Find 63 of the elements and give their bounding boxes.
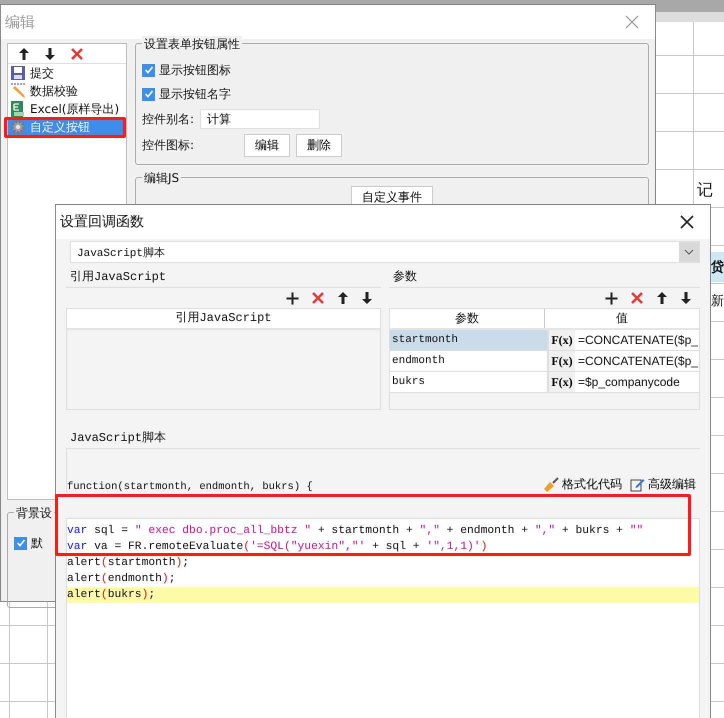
list-item[interactable]: Excel(原样导出) (8, 100, 126, 118)
section-title: JavaScript脚本 (66, 427, 700, 449)
group-title: 背景设 (14, 505, 54, 522)
code-line: var sql = " exec dbo.proc_all_bbtz " + startmonth + "," + endmonth + "," + bukrs + "" (67, 524, 644, 539)
delete-icon[interactable] (70, 46, 84, 60)
cell-text: 贷 (711, 252, 724, 282)
broom-icon (543, 476, 559, 492)
down-arrow-icon[interactable] (680, 291, 692, 305)
column-header: 值 (544, 309, 699, 328)
down-arrow-icon[interactable] (361, 291, 373, 305)
chevron-down-icon (684, 249, 694, 255)
edit-icon (630, 477, 645, 492)
icon-action-button[interactable]: 删除 (296, 134, 342, 156)
section-title: 引用JavaScript (66, 266, 381, 288)
checkbox-label: 默 (31, 534, 43, 552)
pencil-icon (10, 83, 26, 99)
delete-icon[interactable] (630, 291, 644, 305)
close-icon[interactable] (680, 215, 694, 229)
window-title: 编辑 (5, 12, 35, 32)
toolbar-strip (655, 12, 724, 22)
column-header: 参数 (454, 310, 480, 327)
function-signature: function(startmonth, endmonth, bukrs) { (67, 481, 313, 493)
checkbox-label: 显示按钮图标 (159, 62, 231, 78)
formula-button[interactable]: F(x) (549, 351, 575, 371)
dialog-title: 设置回调函数 (60, 213, 144, 231)
delete-icon[interactable] (311, 291, 325, 305)
parameter-value[interactable]: =CONCATENATE($p_ (575, 330, 699, 350)
code-line: alert(endmonth); (67, 572, 176, 587)
list-item[interactable]: 数据校验 (8, 82, 126, 100)
cell-text: 记 (697, 180, 713, 201)
formula-button[interactable]: F(x) (549, 330, 575, 350)
cell-text: 新 (711, 293, 724, 310)
add-icon[interactable] (286, 292, 299, 304)
icon-action-button[interactable]: 编辑 (244, 134, 290, 156)
formula-button[interactable]: F(x) (549, 372, 575, 392)
group-title: 设置表单按钮属性 (142, 36, 242, 53)
code-line: var va = FR.remoteEvaluate('=SQL("yuexin","' + sql + '",1,1)') (67, 540, 488, 555)
add-icon[interactable] (605, 292, 618, 304)
checkbox[interactable] (14, 536, 27, 550)
checkbox-label: 显示按钮名字 (159, 86, 231, 102)
spreadsheet-icon (10, 101, 26, 117)
advanced-edit-button[interactable]: 高级编辑 (630, 476, 696, 493)
checkbox[interactable] (142, 64, 155, 76)
code-line: alert(startmonth); (67, 556, 190, 571)
parameter-value[interactable]: =$p_companycode (575, 372, 699, 392)
up-arrow-icon[interactable] (337, 291, 349, 305)
parameter-value[interactable]: =CONCATENATE($p_ (575, 351, 699, 371)
field-label: 控件别名: (142, 110, 194, 128)
alias-field[interactable]: 计算 (200, 109, 320, 129)
up-arrow-icon[interactable] (656, 291, 668, 305)
parameter-name[interactable]: startmonth (390, 330, 549, 350)
script-type-dropdown[interactable]: JavaScript脚本 (70, 241, 700, 263)
down-arrow-icon[interactable] (44, 46, 56, 60)
section-title: 参数 (389, 266, 700, 288)
list-item[interactable]: 提交 (8, 64, 126, 82)
checkbox[interactable] (142, 88, 155, 100)
up-arrow-icon[interactable] (18, 46, 30, 60)
code-editor[interactable]: var sql = " exec dbo.proc_all_bbtz " + startmonth + "," + endmonth + "," + bukrs + "" var va = FR.remoteEvaluate('=SQL("yuexin","' + sql + '",1,1)') alert(startmonth); alert(endmonth); alert(bukrs); (66, 518, 700, 718)
format-code-button[interactable]: 格式化代码 (543, 476, 622, 493)
column-header: 引用JavaScript (174, 310, 272, 327)
field-label: 控件图标: (142, 136, 194, 154)
group-title: 编辑JS (142, 170, 182, 187)
gear-icon (10, 119, 26, 135)
